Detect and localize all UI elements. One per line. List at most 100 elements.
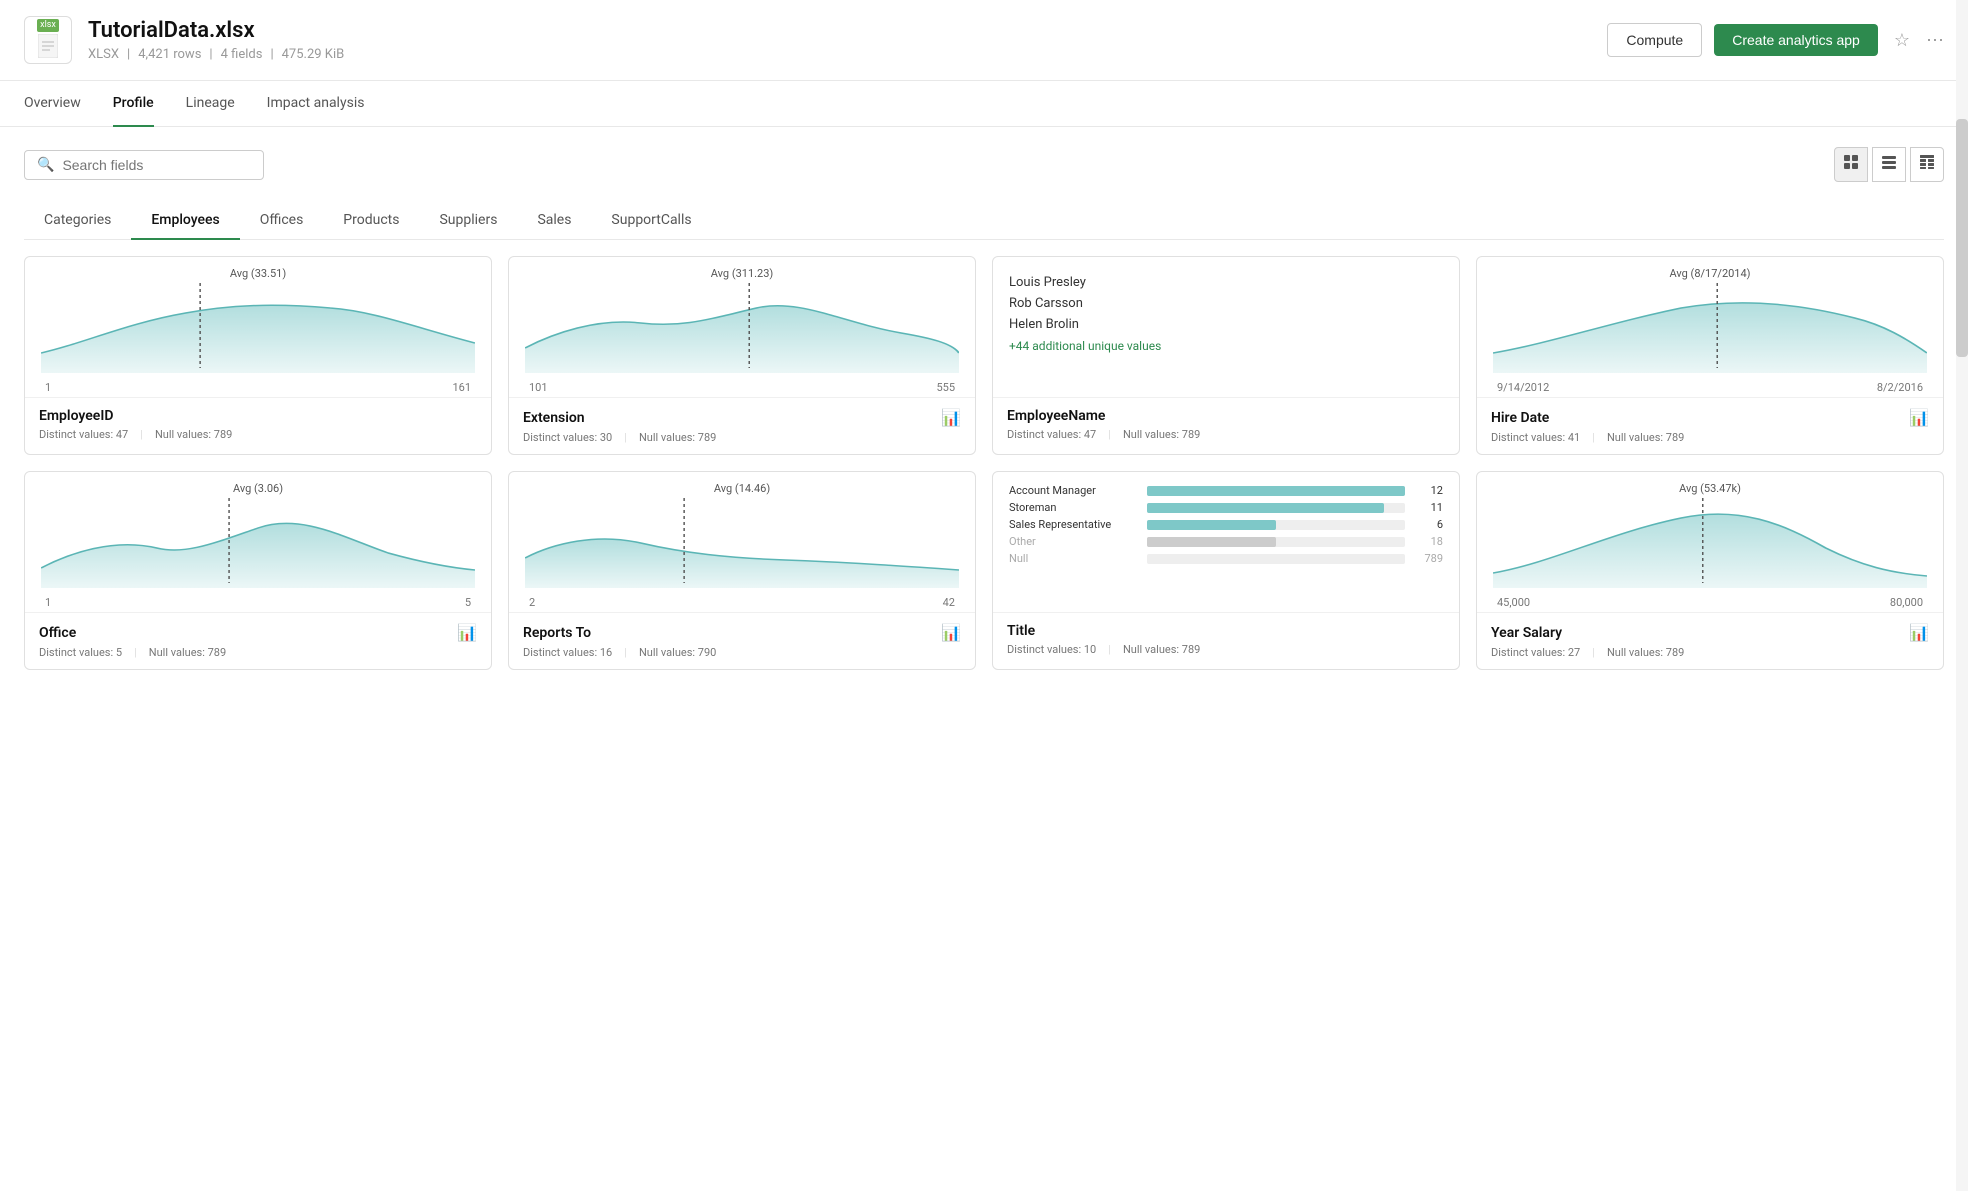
bar-row-3: Sales Representative 6	[1009, 518, 1443, 531]
chart-icon-extension[interactable]: 📊	[941, 408, 961, 427]
bar-track-null	[1147, 554, 1405, 564]
search-icon: 🔍	[37, 157, 54, 173]
cat-tab-sales[interactable]: Sales	[517, 202, 591, 240]
card-chart-employeeid: Avg (33.51) 1161	[25, 257, 491, 397]
cat-tab-supportcalls[interactable]: SupportCalls	[591, 202, 711, 240]
card-chart-extension: Avg (311.23) 101555	[509, 257, 975, 397]
table-view-button[interactable]	[1910, 147, 1944, 182]
scrollbar[interactable]	[1956, 0, 1968, 1191]
scrollbar-thumb[interactable]	[1956, 119, 1968, 357]
text-more-link[interactable]: +44 additional unique values	[1009, 339, 1443, 353]
chart-icon-yearsalary[interactable]: 📊	[1909, 623, 1929, 642]
chart-icon-office[interactable]: 📊	[457, 623, 477, 642]
text-value-3: Helen Brolin	[1009, 315, 1443, 336]
toolbar: 🔍	[24, 147, 1944, 182]
card-office: Avg (3.06) 15	[24, 471, 492, 670]
file-meta: XLSX | 4,421 rows | 4 fields | 475.29 Ki…	[88, 47, 1607, 62]
bar-value-3: 6	[1413, 518, 1443, 531]
bar-fill-3	[1147, 520, 1276, 530]
chart-avg-office: Avg (3.06)	[233, 482, 283, 495]
chart-range-office: 15	[41, 596, 475, 609]
compute-button[interactable]: Compute	[1607, 23, 1702, 57]
bar-label-3: Sales Representative	[1009, 518, 1139, 531]
cat-tab-employees[interactable]: Employees	[131, 202, 239, 240]
card-footer-extension: Extension 📊 Distinct values: 30 | Null v…	[509, 397, 975, 454]
page-header: xlsx TutorialData.xlsx XLSX | 4,421 rows…	[0, 0, 1968, 81]
tab-impact-analysis[interactable]: Impact analysis	[267, 81, 365, 127]
bar-row-other: Other 18	[1009, 535, 1443, 548]
card-employeename: Louis Presley Rob Carsson Helen Brolin +…	[992, 256, 1460, 455]
chart-avg-yearsalary: Avg (53.47k)	[1679, 482, 1741, 495]
more-options-icon[interactable]: ⋯	[1926, 30, 1944, 51]
file-rows: 4,421 rows	[138, 47, 201, 62]
field-name-reportsto: Reports To 📊	[523, 623, 961, 642]
field-name-employeeid: EmployeeID	[39, 408, 477, 424]
search-box[interactable]: 🔍	[24, 150, 264, 180]
chart-range-extension: 101555	[525, 381, 959, 394]
search-input[interactable]	[62, 157, 251, 173]
card-footer-hiredate: Hire Date 📊 Distinct values: 41 | Null v…	[1477, 397, 1943, 454]
bar-value-other: 18	[1413, 535, 1443, 548]
bar-label-null: Null	[1009, 552, 1139, 565]
bar-value-null: 789	[1413, 552, 1443, 565]
view-controls	[1834, 147, 1944, 182]
card-footer-office: Office 📊 Distinct values: 5 | Null value…	[25, 612, 491, 669]
cat-tab-suppliers[interactable]: Suppliers	[419, 202, 517, 240]
card-hiredate: Avg (8/17/2014) 9/14/20128	[1476, 256, 1944, 455]
card-chart-reportsto: Avg (14.46) 242	[509, 472, 975, 612]
bar-label-other: Other	[1009, 535, 1139, 548]
card-footer-title: Title Distinct values: 10 | Null values:…	[993, 612, 1459, 666]
field-name-employeename: EmployeeName	[1007, 408, 1445, 424]
cat-tab-products[interactable]: Products	[323, 202, 419, 240]
main-tabs: Overview Profile Lineage Impact analysis	[0, 81, 1968, 127]
bar-track-2	[1147, 503, 1405, 513]
field-name-hiredate: Hire Date 📊	[1491, 408, 1929, 427]
card-extension: Avg (311.23) 101555	[508, 256, 976, 455]
card-chart-yearsalary: Avg (53.47k) 45,00080,000	[1477, 472, 1943, 612]
field-meta-hiredate: Distinct values: 41 | Null values: 789	[1491, 431, 1929, 444]
field-meta-extension: Distinct values: 30 | Null values: 789	[523, 431, 961, 444]
chart-avg-label: Avg (33.51)	[230, 267, 286, 280]
list-view-button[interactable]	[1872, 147, 1906, 182]
file-size: 475.29 KiB	[282, 47, 345, 62]
field-name-extension: Extension 📊	[523, 408, 961, 427]
tab-lineage[interactable]: Lineage	[186, 81, 235, 127]
bar-row-null: Null 789	[1009, 552, 1443, 565]
field-meta-yearsalary: Distinct values: 27 | Null values: 789	[1491, 646, 1929, 659]
category-tabs: Categories Employees Offices Products Su…	[24, 202, 1944, 240]
cards-grid: Avg (33.51) 1161	[24, 256, 1944, 670]
field-name-title: Title	[1007, 623, 1445, 639]
card-reportsto: Avg (14.46) 242	[508, 471, 976, 670]
grid-view-button[interactable]	[1834, 147, 1868, 182]
bar-fill-2	[1147, 503, 1384, 513]
file-info: TutorialData.xlsx XLSX | 4,421 rows | 4 …	[88, 18, 1607, 62]
bar-value-1: 12	[1413, 484, 1443, 497]
bar-row-2: Storeman 11	[1009, 501, 1443, 514]
file-type: XLSX	[88, 47, 119, 62]
header-actions: Compute Create analytics app ☆ ⋯	[1607, 23, 1944, 57]
chart-range-yearsalary: 45,00080,000	[1493, 596, 1927, 609]
bar-label-2: Storeman	[1009, 501, 1139, 514]
field-meta-title: Distinct values: 10 | Null values: 789	[1007, 643, 1445, 656]
cat-tab-categories[interactable]: Categories	[24, 202, 131, 240]
file-type-badge: xlsx	[37, 19, 59, 32]
card-footer-employeename: EmployeeName Distinct values: 47 | Null …	[993, 397, 1459, 451]
field-meta-employeename: Distinct values: 47 | Null values: 789	[1007, 428, 1445, 441]
chart-avg-reportsto: Avg (14.46)	[714, 482, 770, 495]
tab-profile[interactable]: Profile	[113, 81, 154, 127]
bar-label-1: Account Manager	[1009, 484, 1139, 497]
field-meta-employeeid: Distinct values: 47 | Null values: 789	[39, 428, 477, 441]
favorite-icon[interactable]: ☆	[1894, 30, 1910, 51]
card-footer-employeeid: EmployeeID Distinct values: 47 | Null va…	[25, 397, 491, 451]
chart-range-reportsto: 242	[525, 596, 959, 609]
cat-tab-offices[interactable]: Offices	[240, 202, 324, 240]
card-footer-yearsalary: Year Salary 📊 Distinct values: 27 | Null…	[1477, 612, 1943, 669]
chart-icon-hiredate[interactable]: 📊	[1909, 408, 1929, 427]
chart-icon-reportsto[interactable]: 📊	[941, 623, 961, 642]
tab-overview[interactable]: Overview	[24, 81, 81, 127]
card-chart-office: Avg (3.06) 15	[25, 472, 491, 612]
card-footer-reportsto: Reports To 📊 Distinct values: 16 | Null …	[509, 612, 975, 669]
create-analytics-button[interactable]: Create analytics app	[1714, 24, 1878, 56]
content-area: 🔍	[0, 127, 1968, 690]
card-yearsalary: Avg (53.47k) 45,00080,000	[1476, 471, 1944, 670]
